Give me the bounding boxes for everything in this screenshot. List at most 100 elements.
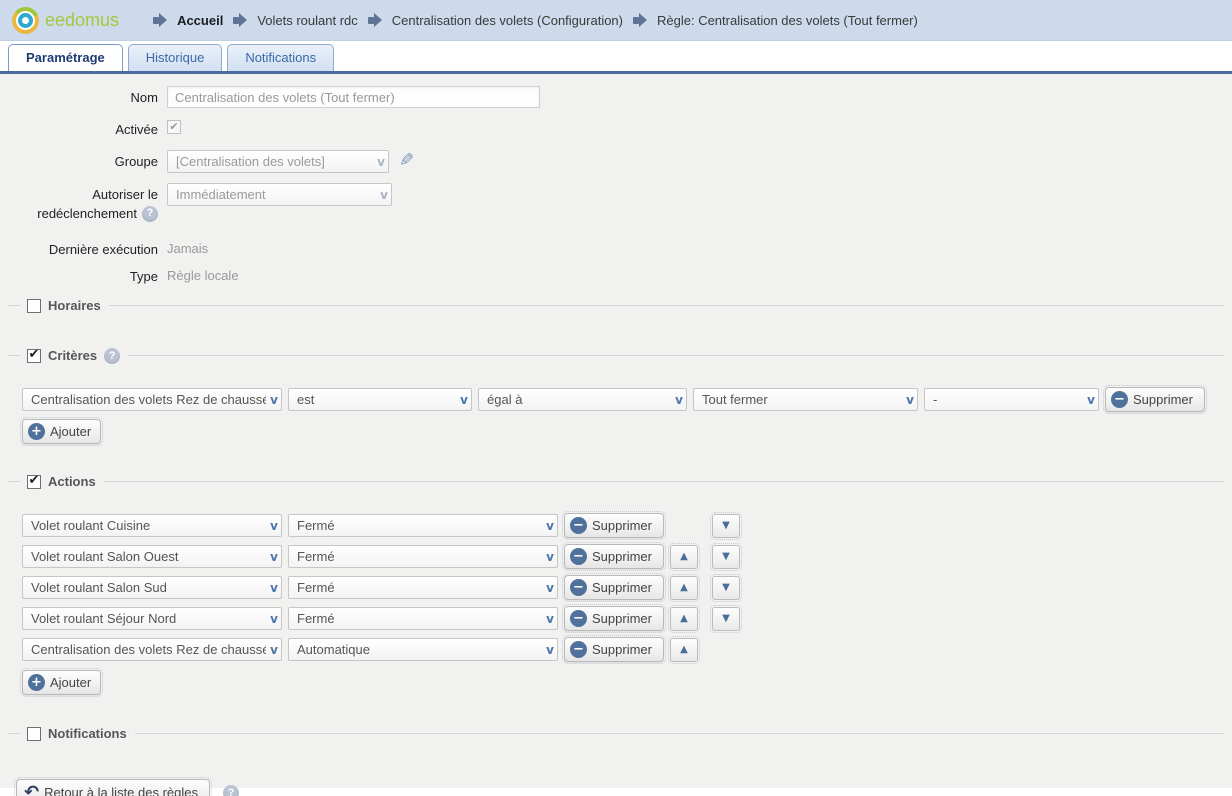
redeclenchement-label: Autoriser le redéclenchement ? <box>0 183 167 222</box>
help-icon[interactable]: ? <box>223 785 239 796</box>
chevron-down-icon: v <box>546 550 554 564</box>
action-device-select[interactable]: Volet roulant Cuisine v <box>22 514 282 537</box>
type-value: Règle locale <box>167 265 239 283</box>
breadcrumb-arrow-icon <box>233 13 247 27</box>
eedomus-logo[interactable]: eedomus <box>12 7 119 34</box>
action-value-select[interactable]: Fermé v <box>288 576 558 599</box>
main-content: Nom Activée ✔ Groupe [Centralisation des… <box>0 74 1232 788</box>
chevron-down-icon: v <box>377 155 385 169</box>
activee-checkbox[interactable]: ✔ <box>167 120 181 134</box>
tab-notifications[interactable]: Notifications <box>227 44 334 71</box>
form-row-groupe: Groupe [Centralisation des volets] v ✎ <box>0 150 1232 173</box>
ajouter-criteria-button[interactable]: + Ajouter <box>22 419 101 444</box>
redeclenchement-label-line2: redéclenchement <box>37 205 137 222</box>
form-row-activee: Activée ✔ <box>0 118 1232 138</box>
breadcrumb-item-centralisation-config[interactable]: Centralisation des volets (Configuration… <box>392 13 623 28</box>
groupe-select[interactable]: [Centralisation des volets] v <box>167 150 389 173</box>
logo-text: eedomus <box>45 10 119 31</box>
move-up-button[interactable]: ▲ <box>670 607 698 631</box>
minus-icon: − <box>570 641 587 658</box>
section-criteres: ✔ Critères ? <box>8 347 1224 364</box>
notifications-checkbox[interactable] <box>27 727 41 741</box>
edit-group-pencil-icon[interactable]: ✎ <box>399 150 414 172</box>
action-value-select[interactable]: Fermé v <box>288 514 558 537</box>
criteria-operator-select[interactable]: est v <box>288 388 472 411</box>
supprimer-action-button[interactable]: − Supprimer <box>564 637 664 662</box>
chevron-down-icon: v <box>380 188 388 202</box>
check-icon: ✔ <box>29 474 40 487</box>
move-up-button[interactable]: ▲ <box>670 638 698 662</box>
horaires-checkbox[interactable] <box>27 299 41 313</box>
supprimer-action-button[interactable]: − Supprimer <box>564 544 664 569</box>
criteria-value-select[interactable]: Tout fermer v <box>693 388 918 411</box>
move-down-button[interactable]: ▼ <box>712 607 740 631</box>
action-device-select[interactable]: Volet roulant Salon Sud v <box>22 576 282 599</box>
groupe-select-value: [Centralisation des volets] <box>176 154 373 169</box>
redeclenchement-select[interactable]: Immédiatement v <box>167 183 392 206</box>
chevron-down-icon: v <box>906 393 914 407</box>
criteria-comparison-select[interactable]: égal à v <box>478 388 687 411</box>
notifications-label: Notifications <box>48 726 127 741</box>
criteres-label: Critères <box>48 348 97 363</box>
actions-body: Volet roulant Cuisine v Fermé v − Suppri… <box>0 513 1232 695</box>
activee-label: Activée <box>0 118 167 138</box>
chevron-down-icon: v <box>460 393 468 407</box>
chevron-down-icon: v <box>270 519 278 533</box>
breadcrumb-item-volets-roulant-rdc[interactable]: Volets roulant rdc <box>257 13 357 28</box>
breadcrumb-item-regle[interactable]: Règle: Centralisation des volets (Tout f… <box>657 13 918 28</box>
action-device-select[interactable]: Volet roulant Séjour Nord v <box>22 607 282 630</box>
tab-parametrage[interactable]: Paramétrage <box>8 44 123 71</box>
derniere-execution-value: Jamais <box>167 238 208 256</box>
form-row-derniere-execution: Dernière exécution Jamais <box>0 238 1232 258</box>
actions-checkbox[interactable]: ✔ <box>27 475 41 489</box>
redeclenchement-select-value: Immédiatement <box>176 187 376 202</box>
form-row-nom: Nom <box>0 86 1232 108</box>
ajouter-action-button[interactable]: + Ajouter <box>22 670 101 695</box>
nom-input[interactable] <box>167 86 540 108</box>
supprimer-action-button[interactable]: − Supprimer <box>564 606 664 631</box>
action-value-select[interactable]: Automatique v <box>288 638 558 661</box>
action-device-select[interactable]: Volet roulant Salon Ouest v <box>22 545 282 568</box>
arrow-up-icon: ▲ <box>680 551 688 562</box>
help-icon[interactable]: ? <box>104 348 120 364</box>
check-icon: ✔ <box>169 121 178 132</box>
section-notifications: Notifications <box>8 725 1224 742</box>
criteria-extra-select[interactable]: - v <box>924 388 1099 411</box>
supprimer-action-button[interactable]: − Supprimer <box>564 513 664 538</box>
action-device-select[interactable]: Centralisation des volets Rez de chaussé… <box>22 638 282 661</box>
minus-icon: − <box>570 548 587 565</box>
form-row-type: Type Règle locale <box>0 265 1232 285</box>
criteres-checkbox[interactable]: ✔ <box>27 349 41 363</box>
retour-liste-regles-button[interactable]: ↶ Retour à la liste des règles <box>16 779 210 796</box>
action-value-select[interactable]: Fermé v <box>288 607 558 630</box>
criteria-device-select[interactable]: Centralisation des volets Rez de chaussé… <box>22 388 282 411</box>
criteria-row: Centralisation des volets Rez de chaussé… <box>22 387 1232 412</box>
arrow-up-icon: ▲ <box>680 613 688 624</box>
action-row: Volet roulant Cuisine v Fermé v − Suppri… <box>22 513 1232 538</box>
move-down-button[interactable]: ▼ <box>712 576 740 600</box>
supprimer-criteria-button[interactable]: − Supprimer <box>1105 387 1205 412</box>
action-row: Volet roulant Salon Ouest v Fermé v − Su… <box>22 544 1232 569</box>
type-label: Type <box>0 265 167 285</box>
breadcrumb-arrow-icon <box>633 13 647 27</box>
groupe-label: Groupe <box>0 150 167 170</box>
minus-icon: − <box>1111 391 1128 408</box>
back-arrow-icon: ↶ <box>24 784 39 796</box>
chevron-down-icon: v <box>675 393 683 407</box>
move-up-button[interactable]: ▲ <box>670 545 698 569</box>
action-row: Centralisation des volets Rez de chaussé… <box>22 637 1232 662</box>
help-icon[interactable]: ? <box>142 206 158 222</box>
move-down-button[interactable]: ▼ <box>712 545 740 569</box>
move-down-button[interactable]: ▼ <box>712 514 740 538</box>
arrow-down-icon: ▼ <box>722 582 730 593</box>
supprimer-action-button[interactable]: − Supprimer <box>564 575 664 600</box>
move-up-button[interactable]: ▲ <box>670 576 698 600</box>
arrow-down-icon: ▼ <box>722 613 730 624</box>
minus-icon: − <box>570 579 587 596</box>
breadcrumb-item-accueil[interactable]: Accueil <box>177 13 223 28</box>
action-value-select[interactable]: Fermé v <box>288 545 558 568</box>
chevron-down-icon: v <box>270 612 278 626</box>
minus-icon: − <box>570 517 587 534</box>
tab-historique[interactable]: Historique <box>128 44 223 71</box>
chevron-down-icon: v <box>270 550 278 564</box>
